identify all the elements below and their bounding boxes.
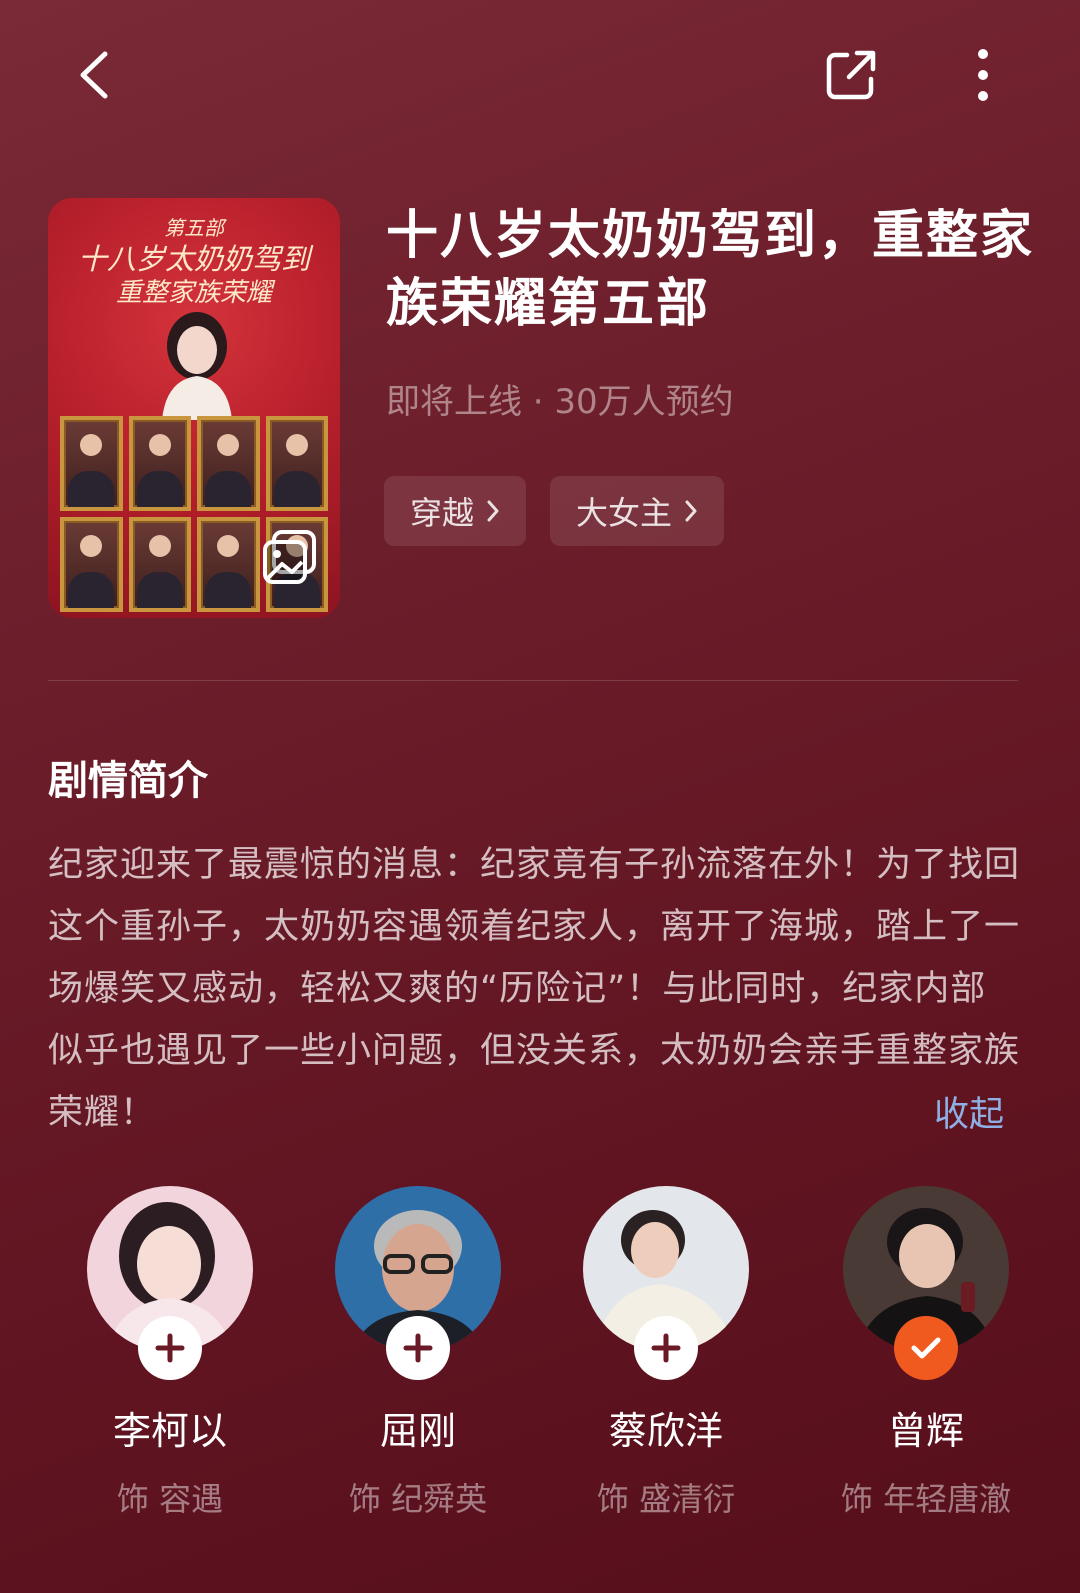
cast-role: 饰 盛清衍 [596,1480,736,1518]
poster-title-line3: 重整家族荣耀 [115,278,272,308]
genre-tags: 穿越 大女主 [384,476,725,546]
cast-list: 李柯以 饰 容遇 屈刚 饰 纪舜英 蔡欣洋 饰 盛清衍 曾辉 饰 年轻唐澈 [0,1186,1080,1566]
synopsis-text: 纪家迎来了最震惊的消息：纪家竟有子孙流落在外！为了找回这个重孙子，太奶奶容遇领着… [48,845,1021,1133]
cast-name: 蔡欣洋 [608,1409,723,1453]
collapse-button[interactable]: 收起 [934,1084,1004,1146]
follow-button[interactable] [386,1316,450,1380]
plus-icon [651,1333,681,1363]
poster-frame [128,517,191,612]
cast-name: 曾辉 [887,1409,964,1453]
poster-frame [265,416,328,511]
check-icon [911,1337,941,1359]
share-icon[interactable] [816,40,886,110]
followed-button[interactable] [894,1316,958,1380]
cast-role: 饰 纪舜英 [348,1480,488,1518]
top-bar [0,0,1080,150]
drama-poster[interactable]: 第五部 十八岁太奶奶驾到 重整家族荣耀 [48,198,340,618]
plus-icon [403,1333,433,1363]
back-arrow-icon[interactable] [60,40,130,110]
poster-title: 第五部 十八岁太奶奶驾到 重整家族荣耀 [48,212,340,309]
cast-name: 屈刚 [379,1409,456,1453]
follow-button[interactable] [634,1316,698,1380]
tag-label: 穿越 [410,494,475,532]
cast-role: 饰 容遇 [116,1480,224,1518]
poster-frame [197,517,260,612]
chevron-right-icon [487,500,499,522]
follow-button[interactable] [138,1316,202,1380]
poster-frame [128,416,191,511]
cast-name: 李柯以 [112,1409,227,1453]
tag-label: 大女主 [576,494,673,532]
poster-title-line2: 十八岁太奶奶驾到 [77,242,310,276]
more-vertical-icon[interactable] [948,40,1018,110]
gallery-icon[interactable] [260,528,320,588]
poster-frame [60,416,123,511]
synopsis-heading: 剧情简介 [48,758,208,804]
chevron-right-icon [685,500,697,522]
tag-chuanyue[interactable]: 穿越 [384,476,527,546]
drama-meta: 即将上线 · 30万人预约 [386,382,734,422]
poster-frame [60,517,123,612]
poster-frame [197,416,260,511]
poster-heroine-figure [162,312,232,420]
tag-danvzhu[interactable]: 大女主 [550,476,725,546]
poster-title-line1: 第五部 [164,216,224,240]
cast-role: 饰 年轻唐澈 [840,1480,1012,1518]
drama-title: 十八岁太奶奶驾到，重整家族荣耀第五部 [386,206,1035,334]
plus-icon [155,1333,185,1363]
divider [48,680,1018,681]
